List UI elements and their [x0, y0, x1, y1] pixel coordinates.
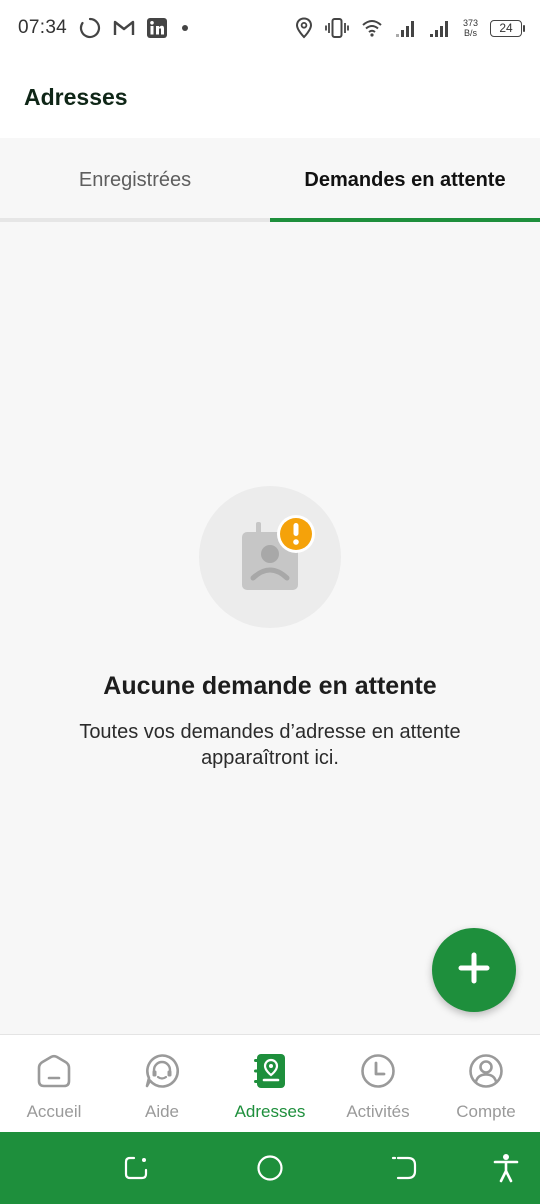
status-bar-left: 07:34 [18, 17, 191, 39]
battery-level: 24 [499, 21, 513, 35]
network-speed-value: 373 [462, 18, 478, 28]
recents-icon[interactable] [122, 1154, 150, 1182]
tab-demandes-en-attente[interactable]: Demandes en attente [270, 138, 540, 222]
loading-icon [79, 17, 101, 39]
wifi-icon [361, 18, 383, 38]
nav-label: Aide [144, 1102, 180, 1121]
nav-item-activites[interactable]: Activités [324, 1035, 432, 1132]
signal-icon [395, 18, 417, 38]
nav-label: Adresses [234, 1102, 306, 1121]
accessibility-icon[interactable] [492, 1154, 520, 1183]
nav-item-compte[interactable]: Compte [432, 1035, 540, 1132]
nav-label: Activités [346, 1102, 410, 1121]
tab-enregistrees[interactable]: Enregistrées [0, 138, 270, 222]
help-chat-icon [144, 1053, 180, 1094]
home-icon [36, 1053, 72, 1094]
address-book-icon [252, 1053, 288, 1094]
bottom-navigation: Accueil Aide Adresses Activités Compte [0, 1034, 540, 1132]
nav-label: Compte [456, 1102, 516, 1121]
sad-contact-warning-icon [199, 486, 341, 628]
network-speed-unit: B/s [463, 28, 477, 38]
tab-underline [0, 218, 270, 222]
tab-bar: Enregistrées Demandes en attente [0, 138, 540, 222]
linkedin-icon [147, 18, 168, 38]
clock-icon [360, 1053, 396, 1094]
battery-icon: 24 [490, 19, 525, 37]
status-bar: 07:34 373 B/s 24 [0, 0, 540, 56]
dot-icon [179, 22, 191, 34]
home-circle-icon[interactable] [256, 1154, 284, 1182]
back-icon[interactable] [390, 1154, 418, 1182]
add-address-button[interactable] [432, 928, 516, 1012]
empty-state-description: Toutes vos demandes d’adresse en attente… [79, 721, 461, 769]
signal-icon-2 [429, 18, 451, 38]
plus-icon [458, 952, 490, 989]
empty-state-title: Aucune demande en attente [103, 672, 437, 700]
empty-state: Aucune demande en attente Toutes vos dem… [0, 486, 540, 771]
account-icon [468, 1053, 504, 1094]
app-bar: Adresses [0, 56, 540, 138]
network-speed: 373 B/s [463, 18, 478, 38]
status-bar-right: 373 B/s 24 [295, 17, 525, 39]
tab-label: Demandes en attente [304, 168, 506, 191]
vibrate-icon [325, 17, 349, 39]
tab-label: Enregistrées [78, 168, 192, 191]
page-title: Adresses [24, 83, 128, 110]
nav-item-aide[interactable]: Aide [108, 1035, 216, 1132]
gmail-icon [113, 19, 135, 37]
nav-label: Accueil [26, 1102, 82, 1121]
location-icon [295, 17, 313, 39]
tab-indicator [270, 218, 540, 222]
nav-item-adresses[interactable]: Adresses [216, 1035, 324, 1132]
status-time: 07:34 [18, 17, 68, 38]
nav-item-accueil[interactable]: Accueil [0, 1035, 108, 1132]
system-navigation-bar [0, 1132, 540, 1204]
